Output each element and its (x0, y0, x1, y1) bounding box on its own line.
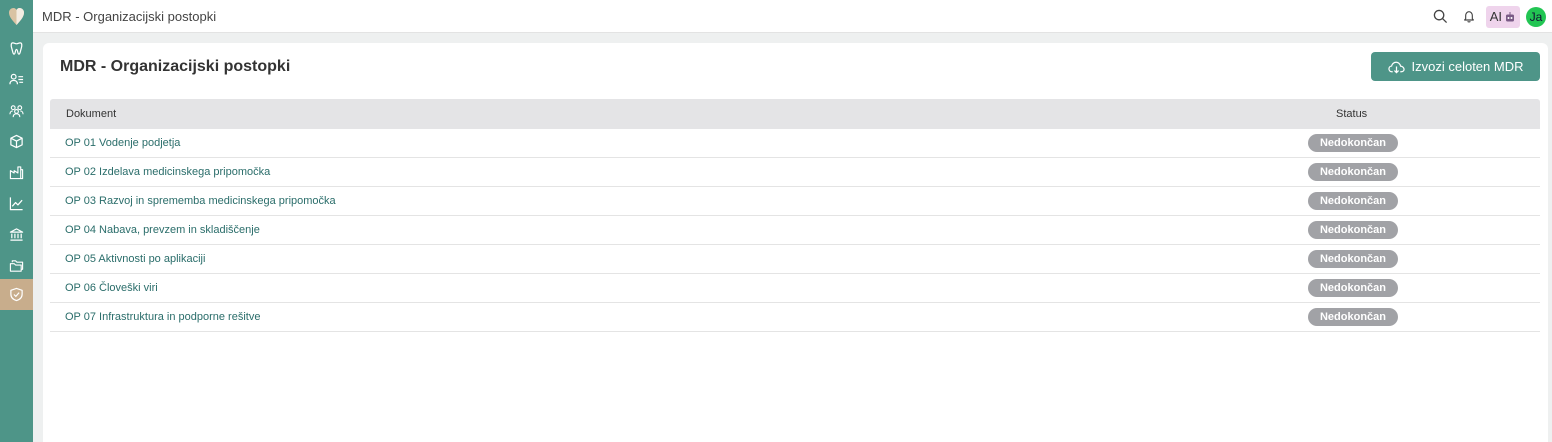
robot-icon (1506, 11, 1514, 21)
export-button-label: Izvozi celoten MDR (1411, 59, 1524, 74)
shield-check-icon (10, 287, 23, 302)
document-link[interactable]: OP 03 Razvoj in sprememba medicinskega p… (65, 195, 336, 207)
topbar-actions: AI Ja (1430, 4, 1546, 29)
status-badge: Nedokončan (1308, 308, 1398, 326)
status-badge: Nedokončan (1308, 279, 1398, 297)
sidebar-item-documents[interactable] (0, 250, 33, 281)
sidebar (0, 0, 33, 442)
tooth-icon (10, 42, 23, 55)
ai-label: AI (1489, 9, 1502, 24)
column-header-document: Dokument (66, 108, 117, 120)
table-row: OP 03 Razvoj in sprememba medicinskega p… (50, 187, 1540, 216)
document-link[interactable]: OP 04 Nabava, prevzem in skladiščenje (65, 224, 260, 236)
ai-assistant-button[interactable]: AI (1485, 5, 1520, 28)
column-header-status: Status (1336, 108, 1368, 120)
topbar-title: MDR - Organizacijski postopki (42, 9, 217, 24)
folders-icon (9, 260, 24, 272)
sidebar-item-patients[interactable] (0, 64, 33, 95)
status-badge: Nedokončan (1308, 134, 1398, 152)
patients-icon (9, 73, 24, 85)
top-bar: MDR - Organizacijski postopki AI Ja (33, 0, 1552, 33)
sidebar-item-statistics[interactable] (0, 188, 33, 219)
document-link[interactable]: OP 01 Vodenje podjetja (65, 137, 180, 149)
documents-table: Dokument Status OP 01 Vodenje podjetja Ne… (50, 99, 1540, 332)
table-row: OP 07 Infrastruktura in podporne rešitve… (50, 303, 1540, 332)
page-title: MDR - Organizacijski postopki (60, 58, 291, 75)
box-icon (10, 134, 23, 149)
status-badge: Nedokončan (1308, 250, 1398, 268)
table-header: Dokument Status (50, 99, 1540, 129)
cloud-download-icon (1387, 61, 1405, 74)
user-avatar[interactable]: Ja (1526, 6, 1546, 27)
export-mdr-button[interactable]: Izvozi celoten MDR (1371, 52, 1540, 81)
table-row: OP 05 Aktivnosti po aplikaciji Nedokončan (50, 245, 1540, 274)
bank-icon (9, 228, 24, 241)
table-row: OP 06 Človeški viri Nedokončan (50, 274, 1540, 303)
notification-bell-icon[interactable] (1458, 6, 1480, 28)
document-link[interactable]: OP 07 Infrastruktura in podporne rešitve (65, 311, 260, 323)
document-link[interactable]: OP 06 Človeški viri (65, 282, 158, 294)
document-link[interactable]: OP 05 Aktivnosti po aplikaciji (65, 253, 205, 265)
app-logo-icon[interactable] (0, 0, 33, 33)
table-row: OP 02 Izdelava medicinskega pripomočka Ne… (50, 158, 1540, 187)
table-row: OP 01 Vodenje podjetja Nedokončan (50, 129, 1540, 158)
sidebar-item-mdr[interactable] (0, 279, 33, 310)
team-icon (9, 105, 24, 118)
factory-icon (9, 166, 24, 180)
main-content-card: MDR - Organizacijski postopki Izvozi cel… (43, 43, 1548, 442)
sidebar-item-finance[interactable] (0, 219, 33, 250)
sidebar-item-teeth[interactable] (0, 33, 33, 64)
sidebar-item-team[interactable] (0, 95, 33, 126)
table-body: OP 01 Vodenje podjetja Nedokončan OP 02 Iz… (50, 129, 1540, 332)
document-link[interactable]: OP 02 Izdelava medicinskega pripomočka (65, 166, 270, 178)
chart-icon (9, 197, 23, 211)
sidebar-item-products[interactable] (0, 126, 33, 157)
table-row: OP 04 Nabava, prevzem in skladiščenje Ned… (50, 216, 1540, 245)
sidebar-item-production[interactable] (0, 157, 33, 188)
status-badge: Nedokončan (1308, 192, 1398, 210)
status-badge: Nedokončan (1308, 163, 1398, 181)
search-icon[interactable] (1430, 6, 1452, 28)
status-badge: Nedokončan (1308, 221, 1398, 239)
